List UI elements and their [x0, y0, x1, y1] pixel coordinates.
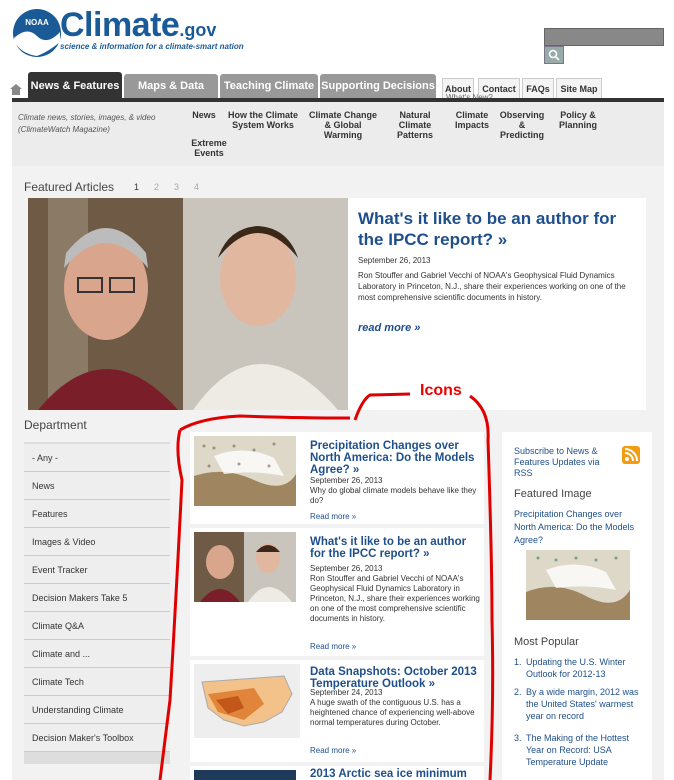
subnav-climate-change[interactable]: Climate Change & Global Warming: [306, 110, 380, 140]
article-summary: Why do global climate models behave like…: [310, 486, 477, 505]
article-read-more[interactable]: Read more »: [310, 746, 356, 755]
department-item[interactable]: Decision Maker's Toolbox: [24, 724, 170, 752]
subnav-description: Climate news, stories, images, & video (…: [18, 112, 178, 136]
noaa-logo-icon[interactable]: NOAA: [12, 8, 62, 58]
featured-summary: Ron Stouffer and Gabriel Vecchi of NOAA'…: [358, 271, 626, 302]
department-item[interactable]: Climate Tech: [24, 668, 170, 696]
item-title[interactable]: The Making of the Hottest Year on Record…: [526, 732, 648, 768]
brand-suffix: .gov: [179, 20, 217, 40]
item-number: 1.: [514, 657, 522, 667]
department-item[interactable]: News: [24, 472, 170, 500]
article-title[interactable]: Data Snapshots: October 2013 Temperature…: [310, 666, 480, 690]
rss-icon[interactable]: [622, 446, 640, 464]
subnav-natural-patterns[interactable]: Natural Climate Patterns: [390, 110, 440, 140]
article-title[interactable]: Precipitation Changes over North America…: [310, 440, 480, 476]
item-number: 3.: [514, 733, 522, 743]
department-item[interactable]: Climate and ...: [24, 640, 170, 668]
subnav-climate-system[interactable]: How the Climate System Works: [226, 110, 300, 130]
site-brand[interactable]: Climate.gov: [60, 6, 216, 45]
subnav-news[interactable]: News: [186, 110, 222, 120]
featured-image-link[interactable]: Precipitation Changes over North America…: [514, 508, 644, 547]
department-item[interactable]: Understanding Climate: [24, 696, 170, 724]
site-tagline: science & information for a climate-smar…: [60, 42, 244, 51]
department-item[interactable]: Climate Q&A: [24, 612, 170, 640]
item-title[interactable]: Updating the U.S. Winter Outlook for 201…: [526, 656, 648, 680]
tab-teaching-climate[interactable]: Teaching Climate: [220, 74, 318, 98]
faqs-link[interactable]: FAQs: [522, 78, 554, 98]
subnav-climate-impacts[interactable]: Climate Impacts: [450, 110, 494, 130]
annotation-label: Icons: [420, 382, 462, 399]
department-item[interactable]: - Any -: [24, 444, 170, 472]
site-map-link[interactable]: Site Map: [556, 78, 602, 98]
featured-page-2[interactable]: 2: [154, 182, 159, 192]
tab-supporting-decisions[interactable]: Supporting Decisions: [320, 74, 436, 98]
article-summary: A huge swath of the contiguous U.S. has …: [310, 698, 475, 727]
search-input[interactable]: [544, 28, 664, 46]
featured-read-more[interactable]: read more »: [358, 322, 420, 334]
article-date: September 24, 2013: [310, 688, 383, 697]
search-button[interactable]: [544, 46, 564, 64]
precipitation-map-thumbnail[interactable]: [194, 436, 296, 506]
department-item[interactable]: Event Tracker: [24, 556, 170, 584]
temperature-map-thumbnail[interactable]: [194, 664, 300, 738]
subnav-policy[interactable]: Policy & Planning: [552, 110, 604, 130]
article-title[interactable]: What's it like to be an author for the I…: [310, 536, 480, 560]
featured-date: September 26, 2013: [358, 256, 431, 265]
rss-subscribe-link[interactable]: Subscribe to News & Features Updates via…: [514, 446, 610, 479]
featured-page-3[interactable]: 3: [174, 182, 179, 192]
department-heading: Department: [24, 418, 87, 432]
featured-image-heading: Featured Image: [514, 488, 592, 500]
tab-maps-data[interactable]: Maps & Data: [124, 74, 218, 98]
featured-title[interactable]: What's it like to be an author for the I…: [358, 208, 640, 250]
featured-articles-heading: Featured Articles: [24, 180, 115, 194]
article-date: September 26, 2013: [310, 476, 383, 485]
most-popular-item[interactable]: 2. By a wide margin, 2012 was the United …: [514, 686, 654, 722]
department-item[interactable]: Features: [24, 500, 170, 528]
article-read-more[interactable]: Read more »: [310, 512, 356, 521]
featured-hero-image[interactable]: [28, 198, 348, 410]
most-popular-item[interactable]: 1. Updating the U.S. Winter Outlook for 2…: [514, 656, 654, 680]
article-read-more[interactable]: Read more »: [310, 642, 356, 651]
department-item[interactable]: Images & Video: [24, 528, 170, 556]
tab-news-features[interactable]: News & Features: [28, 72, 122, 100]
subnav-observing[interactable]: Observing & Predicting: [496, 110, 548, 140]
most-popular-item[interactable]: 3. The Making of the Hottest Year on Reco…: [514, 732, 654, 768]
arctic-thumbnail[interactable]: [194, 770, 296, 780]
featured-page-1[interactable]: 1: [134, 182, 139, 192]
article-summary: Ron Stouffer and Gabriel Vecchi of NOAA'…: [310, 574, 480, 623]
subnav-description-text: Climate news, stories, images, & video (…: [18, 113, 156, 134]
noaa-text: NOAA: [25, 18, 49, 27]
featured-image-map[interactable]: [526, 550, 630, 620]
featured-page-4[interactable]: 4: [194, 182, 199, 192]
article-date: September 26, 2013: [310, 564, 383, 573]
authors-photo-thumbnail[interactable]: [194, 532, 296, 602]
brand-name: Climate: [60, 6, 180, 44]
subnav-extreme-events[interactable]: Extreme Events: [186, 138, 232, 158]
search-icon: [548, 49, 560, 61]
department-item[interactable]: Decision Makers Take 5: [24, 584, 170, 612]
item-title[interactable]: By a wide margin, 2012 was the United St…: [526, 686, 648, 722]
most-popular-heading: Most Popular: [514, 636, 579, 648]
item-number: 2.: [514, 687, 522, 697]
article-title[interactable]: 2013 Arctic sea ice minimum: [310, 768, 480, 780]
